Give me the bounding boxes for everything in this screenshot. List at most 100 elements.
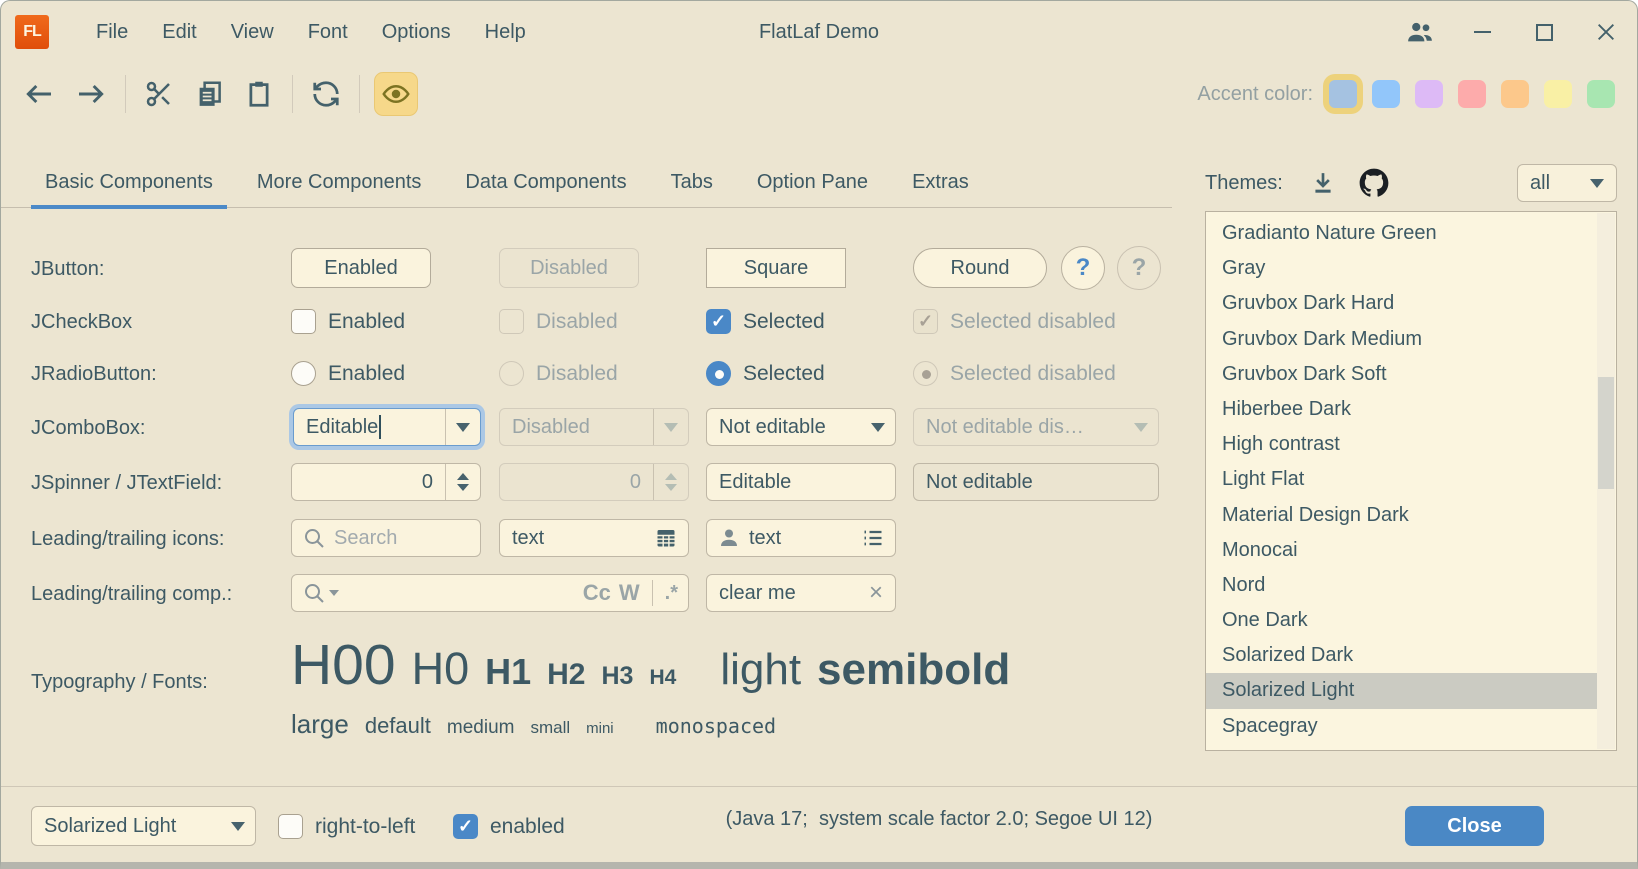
maximize-button[interactable] [1513, 1, 1575, 63]
radio-selected[interactable] [706, 361, 731, 386]
combobox-editable[interactable]: Editable [293, 408, 481, 446]
accent-swatch-1[interactable] [1329, 80, 1357, 108]
theme-item-gruvbox-dark-soft[interactable]: Gruvbox Dark Soft [1206, 357, 1597, 392]
combo-arrow-button[interactable] [221, 807, 255, 845]
checkbox-selected[interactable]: ✓ [706, 309, 731, 334]
combo-arrow-button[interactable] [446, 409, 480, 445]
search-options-button[interactable] [292, 581, 339, 605]
regex-button[interactable]: .* [665, 582, 678, 605]
accent-swatch-5[interactable] [1501, 80, 1529, 108]
download-themes-button[interactable] [1309, 169, 1337, 197]
close-window-button[interactable] [1575, 1, 1637, 63]
accent-swatch-3[interactable] [1415, 80, 1443, 108]
search-comp-field[interactable]: Cc W .* [291, 574, 689, 612]
theme-item-monocai[interactable]: Monocai [1206, 533, 1597, 568]
checkbox-disabled-label: Disabled [536, 310, 618, 334]
refresh-button[interactable] [301, 72, 351, 116]
copy-button[interactable] [184, 72, 234, 116]
checkbox-enabled[interactable] [291, 309, 316, 334]
theme-combobox[interactable]: Solarized Light [31, 806, 256, 846]
tab-data-components[interactable]: Data Components [451, 158, 640, 208]
theme-item-hiberbee-dark[interactable]: Hiberbee Dark [1206, 392, 1597, 427]
radio-enabled[interactable] [291, 361, 316, 386]
tab-basic-components[interactable]: Basic Components [31, 158, 227, 208]
text-field-user[interactable]: text [706, 519, 896, 557]
users-button[interactable] [1389, 1, 1451, 63]
theme-item-light-flat[interactable]: Light Flat [1206, 462, 1597, 497]
enabled-checkbox-label: enabled [490, 815, 565, 839]
checkbox-disabled [499, 309, 524, 334]
field-separator [652, 580, 653, 606]
chevron-down-icon [1590, 179, 1604, 188]
round-button[interactable]: Round [913, 248, 1047, 288]
theme-item-gruvbox-dark-hard[interactable]: Gruvbox Dark Hard [1206, 286, 1597, 321]
check-icon: ✓ [458, 816, 473, 837]
themes-list[interactable]: Gradianto Nature GreenGrayGruvbox Dark H… [1205, 211, 1617, 751]
theme-item-high-contrast[interactable]: High contrast [1206, 427, 1597, 462]
h4-sample: H4 [649, 666, 676, 690]
rtl-checkbox[interactable] [278, 814, 303, 839]
scissors-icon [144, 79, 174, 109]
minimize-button[interactable] [1451, 1, 1513, 63]
accent-swatch-6[interactable] [1544, 80, 1572, 108]
tab-option-pane[interactable]: Option Pane [743, 158, 882, 208]
paste-button[interactable] [234, 72, 284, 116]
calendar-icon[interactable] [654, 526, 688, 550]
combo-arrow-button[interactable] [861, 409, 895, 445]
accent-swatch-4[interactable] [1458, 80, 1486, 108]
cut-button[interactable] [134, 72, 184, 116]
textfield-editable-value: Editable [707, 471, 791, 494]
theme-item-nord[interactable]: Nord [1206, 568, 1597, 603]
theme-item-gray[interactable]: Gray [1206, 251, 1597, 286]
themes-scrollbar[interactable] [1597, 213, 1615, 749]
github-icon [1359, 168, 1389, 198]
accent-swatches [1329, 80, 1615, 108]
scrollbar-thumb[interactable] [1598, 377, 1614, 489]
tab-tabs[interactable]: Tabs [657, 158, 727, 208]
square-button[interactable]: Square [706, 248, 846, 288]
menu-edit[interactable]: Edit [145, 13, 213, 52]
theme-item-gradianto-nature-green[interactable]: Gradianto Nature Green [1206, 216, 1597, 251]
textfield-editable[interactable]: Editable [706, 463, 896, 501]
combo-arrow-button [1124, 409, 1158, 445]
help-button[interactable]: ? [1061, 246, 1105, 290]
menu-help[interactable]: Help [468, 13, 543, 52]
enabled-button[interactable]: Enabled [291, 248, 431, 288]
text-field-calendar[interactable]: text [499, 519, 689, 557]
h00-sample: H00 [291, 632, 396, 698]
checkbox-selected-label: Selected [743, 310, 825, 334]
clear-icon[interactable]: × [869, 579, 895, 607]
theme-item-solarized-dark[interactable]: Solarized Dark [1206, 638, 1597, 673]
menu-file[interactable]: File [79, 13, 145, 52]
combobox-not-editable[interactable]: Not editable [706, 408, 896, 446]
menu-options[interactable]: Options [365, 13, 468, 52]
theme-item-spacegray[interactable]: Spacegray [1206, 709, 1597, 744]
themes-filter-combobox[interactable]: all [1517, 164, 1617, 202]
github-button[interactable] [1359, 168, 1389, 198]
enabled-checkbox[interactable]: ✓ [453, 814, 478, 839]
menu-view[interactable]: View [214, 13, 291, 52]
accent-swatch-2[interactable] [1372, 80, 1400, 108]
tab-extras[interactable]: Extras [898, 158, 983, 208]
clearable-field[interactable]: clear me × [706, 574, 896, 612]
forward-arrow-icon [75, 78, 107, 110]
tab-more-components[interactable]: More Components [243, 158, 436, 208]
close-button[interactable]: Close [1405, 806, 1544, 846]
theme-item-material-design-dark[interactable]: Material Design Dark [1206, 498, 1597, 533]
forward-button[interactable] [65, 72, 117, 116]
download-icon [1309, 169, 1337, 197]
search-field[interactable]: Search [291, 519, 481, 557]
menu-font[interactable]: Font [291, 13, 365, 52]
theme-item-solarized-light[interactable]: Solarized Light [1206, 673, 1597, 708]
spinner-buttons[interactable] [446, 464, 480, 500]
whole-word-button[interactable]: W [619, 580, 640, 606]
theme-item-gruvbox-dark-medium[interactable]: Gruvbox Dark Medium [1206, 322, 1597, 357]
spinner[interactable]: 0 [291, 463, 481, 501]
accent-swatch-7[interactable] [1587, 80, 1615, 108]
typography-label: Typography / Fonts: [31, 671, 208, 694]
theme-item-one-dark[interactable]: One Dark [1206, 603, 1597, 638]
match-case-button[interactable]: Cc [583, 580, 611, 606]
show-hidden-toggle[interactable] [374, 72, 418, 116]
list-icon[interactable] [861, 526, 895, 550]
back-button[interactable] [13, 72, 65, 116]
